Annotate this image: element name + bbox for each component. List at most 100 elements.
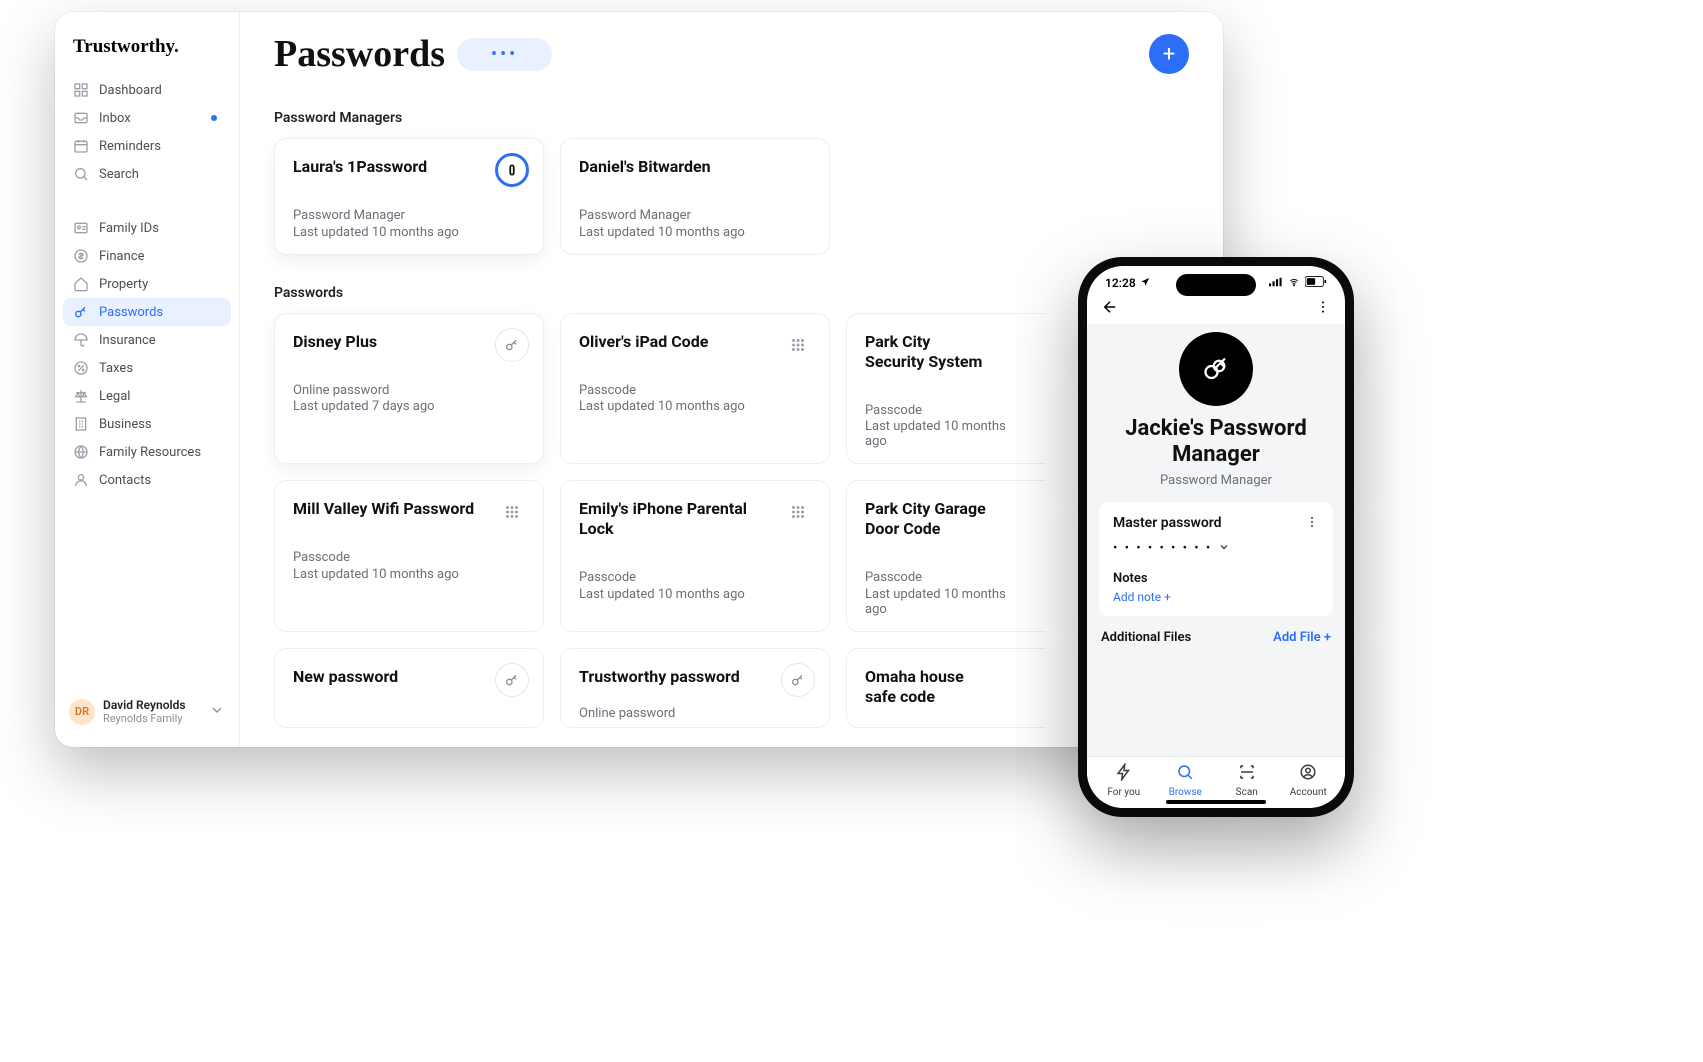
key-icon — [495, 328, 529, 362]
wifi-icon — [1287, 276, 1301, 290]
sidebar-item-insurance[interactable]: Insurance — [63, 326, 231, 354]
sidebar-item-label: Legal — [99, 389, 130, 404]
sidebar-item-label: Family IDs — [99, 221, 159, 236]
signal-icon — [1269, 276, 1283, 290]
password-card[interactable]: Omaha house safe code Passcode — [846, 648, 1046, 728]
section-title-managers: Password Managers — [274, 110, 1189, 126]
managers-grid: Laura's 1Password Password Manager Last … — [274, 138, 1189, 255]
card-updated: Last updated 7 days ago — [293, 399, 525, 414]
nav-group-top: Dashboard Inbox Reminders Search — [55, 76, 239, 200]
dollar-icon — [73, 248, 89, 264]
unread-dot-icon — [211, 115, 217, 121]
desktop-app-window: Trustworthy. Dashboard Inbox Reminders — [55, 12, 1223, 747]
add-button[interactable]: + — [1149, 34, 1189, 74]
password-manager-card[interactable]: Laura's 1Password Password Manager Last … — [274, 138, 544, 255]
user-switcher[interactable]: DR David Reynolds Reynolds Family — [55, 688, 239, 735]
password-card[interactable]: Mill Valley Wifi Password Passcode Last … — [274, 480, 544, 632]
notes-label: Notes — [1113, 571, 1319, 586]
page-header: Passwords ••• + — [274, 32, 1189, 76]
percent-icon — [73, 360, 89, 376]
sidebar: Trustworthy. Dashboard Inbox Reminders — [55, 12, 240, 747]
sidebar-item-property[interactable]: Property — [63, 270, 231, 298]
password-card[interactable]: Oliver's iPad Code Passcode Last updated… — [560, 313, 830, 465]
card-updated: Last updated 10 months ago — [579, 587, 811, 602]
item-avatar — [1179, 332, 1253, 406]
password-manager-card[interactable]: Daniel's Bitwarden Password Manager Last… — [560, 138, 830, 255]
main-content: Passwords ••• + Password Managers Laura'… — [240, 12, 1223, 747]
sidebar-item-search[interactable]: Search — [63, 160, 231, 188]
search-icon — [1176, 763, 1194, 785]
more-vertical-icon[interactable] — [1305, 514, 1319, 533]
tab-account[interactable]: Account — [1278, 763, 1340, 798]
add-file-button[interactable]: Add File + — [1273, 630, 1331, 645]
card-title: Trustworthy password — [579, 667, 811, 687]
card-updated: Last updated 10 months ago — [579, 399, 811, 414]
sidebar-item-label: Inbox — [99, 111, 131, 126]
sidebar-item-business[interactable]: Business — [63, 410, 231, 438]
key-icon — [495, 663, 529, 697]
password-card[interactable]: Disney Plus Online password Last updated… — [274, 313, 544, 465]
sidebar-item-legal[interactable]: Legal — [63, 382, 231, 410]
more-actions-pill[interactable]: ••• — [457, 38, 552, 71]
card-subtitle: Passcode — [865, 569, 1028, 587]
battery-icon — [1305, 276, 1327, 290]
card-subtitle: Passcode — [865, 402, 1028, 420]
sidebar-item-label: Family Resources — [99, 445, 201, 460]
inbox-icon — [73, 110, 89, 126]
id-card-icon — [73, 220, 89, 236]
add-note-button[interactable]: Add note + — [1113, 590, 1319, 604]
home-indicator — [1166, 800, 1266, 804]
phone-body: Jackie's Password Manager Password Manag… — [1087, 324, 1345, 756]
sidebar-item-label: Taxes — [99, 361, 133, 376]
section-title-passwords: Passwords — [274, 285, 1189, 301]
card-updated: Last updated 10 months ago — [293, 225, 525, 240]
sidebar-item-label: Reminders — [99, 139, 161, 154]
password-card[interactable]: Trustworthy password Online password — [560, 648, 830, 728]
password-card[interactable]: Park City Security System Passcode Last … — [846, 313, 1046, 465]
sidebar-item-dashboard[interactable]: Dashboard — [63, 76, 231, 104]
sidebar-item-family-resources[interactable]: Family Resources — [63, 438, 231, 466]
calendar-icon — [73, 138, 89, 154]
password-masked[interactable]: • • • • • • • • • — [1113, 541, 1319, 557]
scale-icon — [73, 388, 89, 404]
page-title: Passwords — [274, 32, 445, 76]
tab-for-you[interactable]: For you — [1093, 763, 1155, 798]
more-vertical-icon[interactable] — [1315, 299, 1331, 319]
sidebar-item-family-ids[interactable]: Family IDs — [63, 214, 231, 242]
phone-screen: 12:28 — [1087, 266, 1345, 808]
scan-icon — [1238, 763, 1256, 785]
password-card[interactable]: Emily's iPhone Parental Lock Passcode La… — [560, 480, 830, 632]
sidebar-item-passwords[interactable]: Passwords — [63, 298, 231, 326]
building-icon — [73, 416, 89, 432]
card-subtitle: Online password — [293, 382, 525, 400]
card-title: Disney Plus — [293, 332, 525, 352]
card-updated: Last updated 10 months ago — [293, 567, 525, 582]
key-icon — [73, 304, 89, 320]
sidebar-item-taxes[interactable]: Taxes — [63, 354, 231, 382]
password-dots: • • • • • • • • • — [1113, 541, 1212, 556]
sidebar-item-inbox[interactable]: Inbox — [63, 104, 231, 132]
keypad-icon — [495, 495, 529, 529]
sidebar-item-label: Insurance — [99, 333, 156, 348]
sidebar-item-label: Property — [99, 277, 148, 292]
location-icon — [1140, 276, 1150, 290]
sidebar-item-label: Business — [99, 417, 152, 432]
chevron-down-icon — [209, 702, 225, 722]
password-card[interactable]: Park City Garage Door Code Passcode Last… — [846, 480, 1046, 632]
tab-label: Browse — [1169, 787, 1202, 798]
sidebar-item-contacts[interactable]: Contacts — [63, 466, 231, 494]
tab-browse[interactable]: Browse — [1155, 763, 1217, 798]
sidebar-item-label: Dashboard — [99, 83, 162, 98]
back-button[interactable] — [1101, 298, 1119, 320]
globe-icon — [73, 444, 89, 460]
avatar: DR — [69, 699, 95, 725]
sidebar-item-reminders[interactable]: Reminders — [63, 132, 231, 160]
card-title: Mill Valley Wifi Password — [293, 499, 525, 519]
password-card[interactable]: New password — [274, 648, 544, 728]
phone-device: 12:28 — [1078, 257, 1354, 817]
sidebar-item-finance[interactable]: Finance — [63, 242, 231, 270]
onepassword-icon — [495, 153, 529, 187]
tab-scan[interactable]: Scan — [1216, 763, 1278, 798]
sidebar-item-label: Finance — [99, 249, 144, 264]
user-icon — [73, 472, 89, 488]
